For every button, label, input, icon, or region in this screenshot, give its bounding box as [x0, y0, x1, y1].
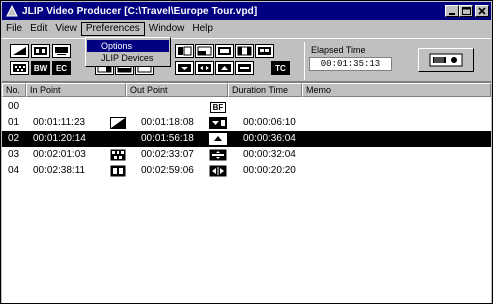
wipe-up-icon	[209, 133, 227, 145]
minimize-button[interactable]	[445, 5, 459, 17]
table-row[interactable]: 04 00:02:38:11 00:02:59:06 00:00:20:20	[2, 163, 491, 179]
corner-wipe-icon[interactable]	[195, 44, 214, 58]
row-number: 01	[8, 117, 20, 128]
slide-bottom-icon	[209, 117, 227, 129]
wipe-left-icon[interactable]	[175, 44, 194, 58]
menu-option-jlip-devices[interactable]: JLIP Devices	[87, 52, 169, 64]
split-wipe-icon[interactable]	[235, 44, 254, 58]
wipe-diagonal-icon[interactable]	[10, 44, 29, 58]
window-title: JLIP Video Producer [C:\Travel\Europe To…	[22, 5, 258, 17]
menu-preferences[interactable]: Preferences	[80, 22, 145, 36]
duration: 00:00:32:04	[243, 149, 296, 160]
menu-edit[interactable]: Edit	[26, 22, 51, 36]
in-point: 00:01:11:23	[33, 117, 86, 128]
app-icon[interactable]	[5, 4, 19, 18]
wipe-center-icon[interactable]	[235, 61, 254, 75]
in-point: 00:02:38:11	[33, 165, 86, 176]
out-point: 00:02:33:07	[141, 149, 194, 160]
bw-button[interactable]: BW	[31, 61, 50, 75]
row-number: 03	[8, 149, 20, 160]
maximize-button[interactable]	[459, 5, 473, 17]
slide-bottom-icon[interactable]	[175, 61, 194, 75]
bf-label: BF	[209, 101, 227, 113]
elapsed-time-display: 00:01:35:13	[309, 57, 392, 71]
column-header-in-point[interactable]: In Point	[26, 83, 126, 97]
menu-option-options[interactable]: Options	[87, 40, 169, 52]
app-window: JLIP Video Producer [C:\Travel\Europe To…	[0, 0, 493, 304]
device-control-button[interactable]	[418, 48, 474, 72]
close-button[interactable]	[475, 5, 489, 17]
duration: 00:00:06:10	[243, 117, 296, 128]
slide-open-icon[interactable]	[195, 61, 214, 75]
bw-label: BW	[33, 63, 48, 73]
film-mosaic-icon	[109, 149, 127, 161]
menu-view[interactable]: View	[51, 22, 81, 36]
table-row[interactable]: 01 00:01:11:23 00:01:18:08 00:00:06:10	[2, 115, 491, 131]
in-point: 00:02:01:03	[33, 149, 86, 160]
menu-bar: File Edit View Preferences Window Help	[2, 21, 491, 37]
tc-button[interactable]: TC	[271, 61, 290, 75]
film-mosaic-icon[interactable]	[10, 61, 29, 75]
duration: 00:00:20:20	[243, 165, 296, 176]
row-number: 00	[8, 101, 20, 112]
table-row-selected[interactable]: 02 00:01:20:14 00:01:56:18 00:00:36:04	[2, 131, 491, 147]
table-row[interactable]: 00 BF	[2, 99, 491, 115]
in-point: 00:01:20:14	[33, 133, 86, 144]
column-header-duration[interactable]: Duration Time	[228, 83, 302, 97]
tc-label: TC	[275, 63, 286, 73]
vcr-device-icon	[429, 53, 463, 67]
out-point: 00:01:18:08	[141, 117, 194, 128]
table-row[interactable]: 03 00:02:01:03 00:02:33:07 00:00:32:04	[2, 147, 491, 163]
wipe-center-icon	[209, 149, 227, 161]
column-header-memo[interactable]: Memo	[302, 83, 491, 97]
wipe-up-icon[interactable]	[215, 61, 234, 75]
toolbar: BW EC TC Elapsed Time 00:01:35:13	[2, 38, 491, 82]
elapsed-time-label: Elapsed Time	[311, 45, 366, 55]
film-strip-icon[interactable]	[31, 44, 50, 58]
row-number: 02	[8, 133, 20, 144]
column-header-out-point[interactable]: Out Point	[126, 83, 228, 97]
ec-label: EC	[55, 63, 68, 73]
table-header: No. In Point Out Point Duration Time Mem…	[2, 83, 491, 97]
wipe-diagonal-icon	[109, 117, 127, 129]
box-wipe-icon[interactable]	[215, 44, 234, 58]
film-strip-icon	[109, 165, 127, 177]
slide-open-icon	[209, 165, 227, 177]
toolbar-separator	[304, 42, 305, 80]
menu-help[interactable]: Help	[188, 22, 217, 36]
edit-list-table: No. In Point Out Point Duration Time Mem…	[2, 82, 491, 303]
menu-file[interactable]: File	[2, 22, 26, 36]
picture-in-picture-icon[interactable]	[255, 44, 274, 58]
row-number: 04	[8, 165, 20, 176]
monitor-icon[interactable]	[52, 44, 71, 58]
ec-button[interactable]: EC	[52, 61, 71, 75]
column-header-no[interactable]: No.	[2, 83, 26, 97]
menu-window[interactable]: Window	[145, 22, 189, 36]
title-bar: JLIP Video Producer [C:\Travel\Europe To…	[2, 2, 491, 20]
preferences-dropdown: Options JLIP Devices	[85, 37, 171, 67]
out-point: 00:02:59:06	[141, 165, 194, 176]
bf-icon: BF	[209, 101, 227, 113]
out-point: 00:01:56:18	[141, 133, 194, 144]
duration: 00:00:36:04	[243, 133, 296, 144]
